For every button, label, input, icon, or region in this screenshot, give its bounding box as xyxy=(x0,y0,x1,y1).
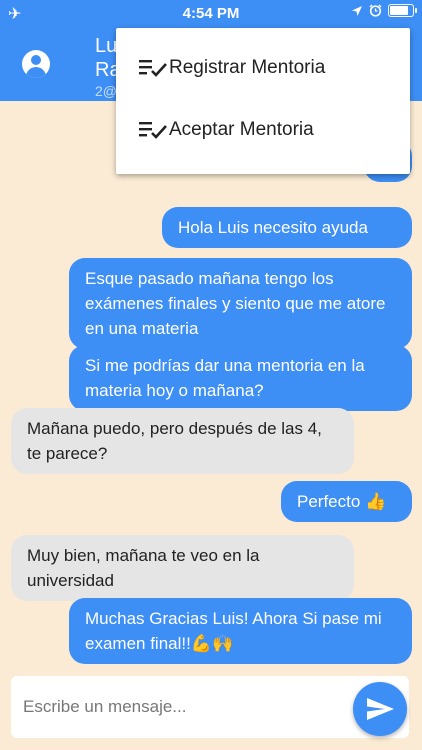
message-input[interactable] xyxy=(21,676,345,738)
message-text: Esque pasado mañana tengo los exámenes f… xyxy=(85,269,386,338)
menu-item-label: Aceptar Mentoria xyxy=(169,119,314,140)
message-composer xyxy=(11,676,409,738)
menu-item-registrar-mentoria[interactable]: Registrar Mentoria xyxy=(116,38,410,98)
battery-icon xyxy=(388,4,417,17)
message-text: Perfecto 👍 xyxy=(297,492,387,511)
message-text: Mañana puedo, pero después de las 4, te … xyxy=(27,419,322,463)
overflow-menu: Registrar Mentoria Aceptar Mentoria xyxy=(116,28,410,174)
person-icon xyxy=(31,55,41,65)
message-text: Muy bien, mañana te veo en la universida… xyxy=(27,546,260,590)
message-sent: Si me podrías dar una mentoria en la mat… xyxy=(69,345,412,411)
message-text: Si me podrías dar una mentoria en la mat… xyxy=(85,356,365,400)
message-sent: Esque pasado mañana tengo los exámenes f… xyxy=(69,258,412,349)
playlist-check-icon xyxy=(139,122,167,139)
send-button[interactable] xyxy=(353,682,407,736)
menu-item-label: Registrar Mentoria xyxy=(169,57,326,78)
playlist-check-icon xyxy=(139,60,167,77)
menu-item-aceptar-mentoria[interactable]: Aceptar Mentoria xyxy=(116,100,410,160)
message-text: Muchas Gracias Luis! Ahora Si pase mi ex… xyxy=(85,609,382,653)
send-icon xyxy=(367,698,394,720)
message-received: Muy bien, mañana te veo en la universida… xyxy=(11,535,354,601)
location-arrow-icon xyxy=(352,5,362,16)
message-received: Mañana puedo, pero después de las 4, te … xyxy=(11,408,354,474)
status-bar: ✈ 4:54 PM xyxy=(0,0,422,28)
message-sent: Muchas Gracias Luis! Ahora Si pase mi ex… xyxy=(69,598,412,664)
contact-subtitle: 2@ xyxy=(95,83,117,99)
alarm-clock-icon xyxy=(369,4,382,17)
message-sent: Perfecto 👍 xyxy=(281,481,412,522)
avatar[interactable] xyxy=(22,50,50,78)
status-icons xyxy=(351,4,417,17)
message-text: Hola Luis necesito ayuda xyxy=(178,218,368,237)
message-sent: Hola Luis necesito ayuda xyxy=(162,207,412,248)
